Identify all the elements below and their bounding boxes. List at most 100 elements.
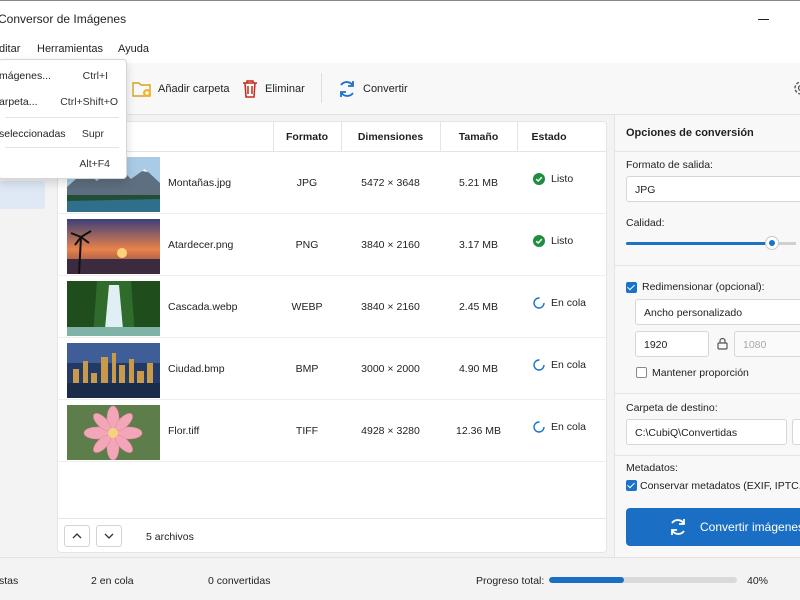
menu-herramientas[interactable]: Herramientas	[37, 43, 103, 55]
metadata-checkbox[interactable]	[626, 480, 637, 491]
file-dimensions: 3840 × 2160	[361, 301, 420, 313]
move-down-button[interactable]	[96, 525, 122, 547]
refresh-icon	[671, 519, 685, 535]
menu-item-label: mágenes...	[0, 70, 51, 82]
status-text: Listo	[551, 235, 574, 247]
file-size: 12.36 MB	[456, 425, 501, 437]
table-row[interactable]: Flor.tiff TIFF 4928 × 3280 12.36 MB En c…	[58, 400, 606, 462]
format-label: Formato de salida:	[626, 159, 713, 171]
destination-input[interactable]: C:\CubiQ\Convertidas	[626, 419, 787, 445]
thumbnail-flower	[67, 405, 160, 460]
thumbnail-waterfall	[67, 281, 160, 336]
file-size: 3.17 MB	[458, 239, 499, 251]
lock-icon[interactable]	[717, 337, 728, 350]
output-format-select[interactable]: JPG	[626, 176, 800, 202]
file-format: PNG	[295, 239, 319, 251]
queued-clock-icon	[533, 297, 545, 309]
sidebar-item-selected[interactable]	[0, 181, 45, 209]
trash-icon	[243, 80, 257, 98]
status-badge: Listo	[533, 235, 573, 247]
width-input[interactable]: 1920	[635, 331, 709, 357]
menu-separator	[5, 147, 119, 148]
file-name: Ciudad.bmp	[168, 363, 225, 375]
table-row[interactable]: Montañas.jpg JPG 5472 × 3648 5.21 MB Lis…	[58, 152, 606, 214]
header-dimensions[interactable]: Dimensiones	[341, 131, 440, 143]
menu-editar[interactable]: ditar	[0, 43, 20, 55]
file-size: 5.21 MB	[458, 177, 499, 189]
status-badge: En cola	[533, 359, 586, 371]
height-input[interactable]: 1080	[734, 331, 800, 357]
add-folder-button[interactable]: Añadir carpeta	[132, 75, 230, 103]
table-row[interactable]: Atardecer.png PNG 3840 × 2160 3.17 MB Li…	[58, 214, 606, 276]
delete-label: Eliminar	[265, 83, 305, 95]
menu-item-open-images[interactable]: mágenes... Ctrl+I	[0, 64, 126, 88]
resize-checkbox[interactable]	[626, 282, 637, 293]
header-status[interactable]: Estado	[517, 131, 581, 143]
table-footer: 5 archivos	[58, 518, 606, 552]
quality-slider-handle[interactable]	[765, 236, 779, 250]
queued-clock-icon	[533, 359, 545, 371]
file-size: 4.90 MB	[458, 363, 499, 375]
app-window: Conversor de Imágenes ditar Herramientas…	[0, 0, 800, 600]
file-name: Atardecer.png	[168, 239, 234, 251]
quality-slider-track	[776, 242, 796, 245]
menu-item-label: arpeta...	[0, 96, 38, 108]
convert-images-button[interactable]: Convertir imágenes	[626, 508, 800, 546]
status-text: En cola	[551, 359, 587, 371]
menu-item-open-folder[interactable]: arpeta... Ctrl+Shift+O	[0, 90, 126, 114]
status-badge: En cola	[533, 421, 586, 433]
file-dimensions: 3840 × 2160	[361, 239, 420, 251]
keep-ratio-checkbox[interactable]	[636, 367, 647, 378]
file-name: Cascada.webp	[168, 301, 238, 313]
check-circle-icon	[533, 173, 545, 185]
panel-divider	[615, 265, 800, 266]
table-header: Formato Dimensiones Tamaño Estado	[58, 122, 606, 152]
header-format[interactable]: Formato	[273, 131, 341, 143]
minimize-button[interactable]	[752, 9, 776, 29]
delete-button[interactable]: Eliminar	[241, 75, 305, 103]
menu-ayuda[interactable]: Ayuda	[118, 43, 149, 55]
menu-item-shortcut: Supr	[81, 128, 104, 140]
resize-mode-select[interactable]: Ancho personalizado	[635, 299, 800, 325]
thumbnail-city	[67, 343, 160, 398]
add-folder-label: Añadir carpeta	[158, 83, 230, 95]
move-up-button[interactable]	[64, 525, 90, 547]
title-bar: Conversor de Imágenes	[0, 1, 800, 37]
browse-button[interactable]	[792, 419, 800, 445]
menu-item-exit[interactable]: Alt+F4	[0, 152, 126, 176]
menu-item-shortcut: Alt+F4	[79, 158, 110, 170]
progress-percent: 40%	[747, 575, 769, 587]
settings-gear-icon[interactable]	[792, 79, 800, 97]
progress-label: Progreso total:	[476, 575, 545, 587]
refresh-icon	[340, 81, 354, 97]
header-size[interactable]: Tamaño	[440, 131, 517, 143]
status-badge: Listo	[533, 173, 573, 185]
convert-toolbar-button[interactable]: Convertir	[337, 75, 408, 103]
chevron-up-icon	[72, 533, 82, 539]
file-size: 2.45 MB	[458, 301, 499, 313]
status-bar: stas 2 en cola 0 convertidas Progreso to…	[0, 557, 800, 600]
status-text: En cola	[551, 297, 587, 309]
menu-item-label: seleccionadas	[0, 128, 66, 140]
table-row[interactable]: Cascada.webp WEBP 3840 × 2160 2.45 MB En…	[58, 276, 606, 338]
thumbnail-sunset	[67, 219, 160, 274]
table-row[interactable]: Ciudad.bmp BMP 3000 × 2000 4.90 MB En co…	[58, 338, 606, 400]
panel-divider	[615, 393, 800, 394]
quality-slider-fill	[626, 242, 776, 245]
file-name: Flor.tiff	[168, 425, 200, 437]
status-queued: 2 en cola	[91, 575, 134, 587]
chevron-down-icon	[104, 533, 114, 539]
progress-bar-fill	[549, 577, 625, 583]
status-text: En cola	[551, 421, 587, 433]
menu-item-remove-selected[interactable]: seleccionadas Supr	[0, 122, 126, 146]
file-format: TIFF	[295, 425, 319, 437]
file-name: Montañas.jpg	[168, 177, 232, 189]
check-circle-icon	[533, 235, 545, 247]
destination-label: Carpeta de destino:	[626, 402, 718, 414]
panel-divider	[615, 455, 800, 456]
metadata-label: Metadatos:	[626, 462, 678, 474]
keep-ratio-label: Mantener proporción	[652, 367, 749, 379]
queued-clock-icon	[533, 421, 545, 433]
progress-bar	[549, 577, 737, 583]
file-table: Formato Dimensiones Tamaño Estado Montañ…	[57, 121, 607, 553]
